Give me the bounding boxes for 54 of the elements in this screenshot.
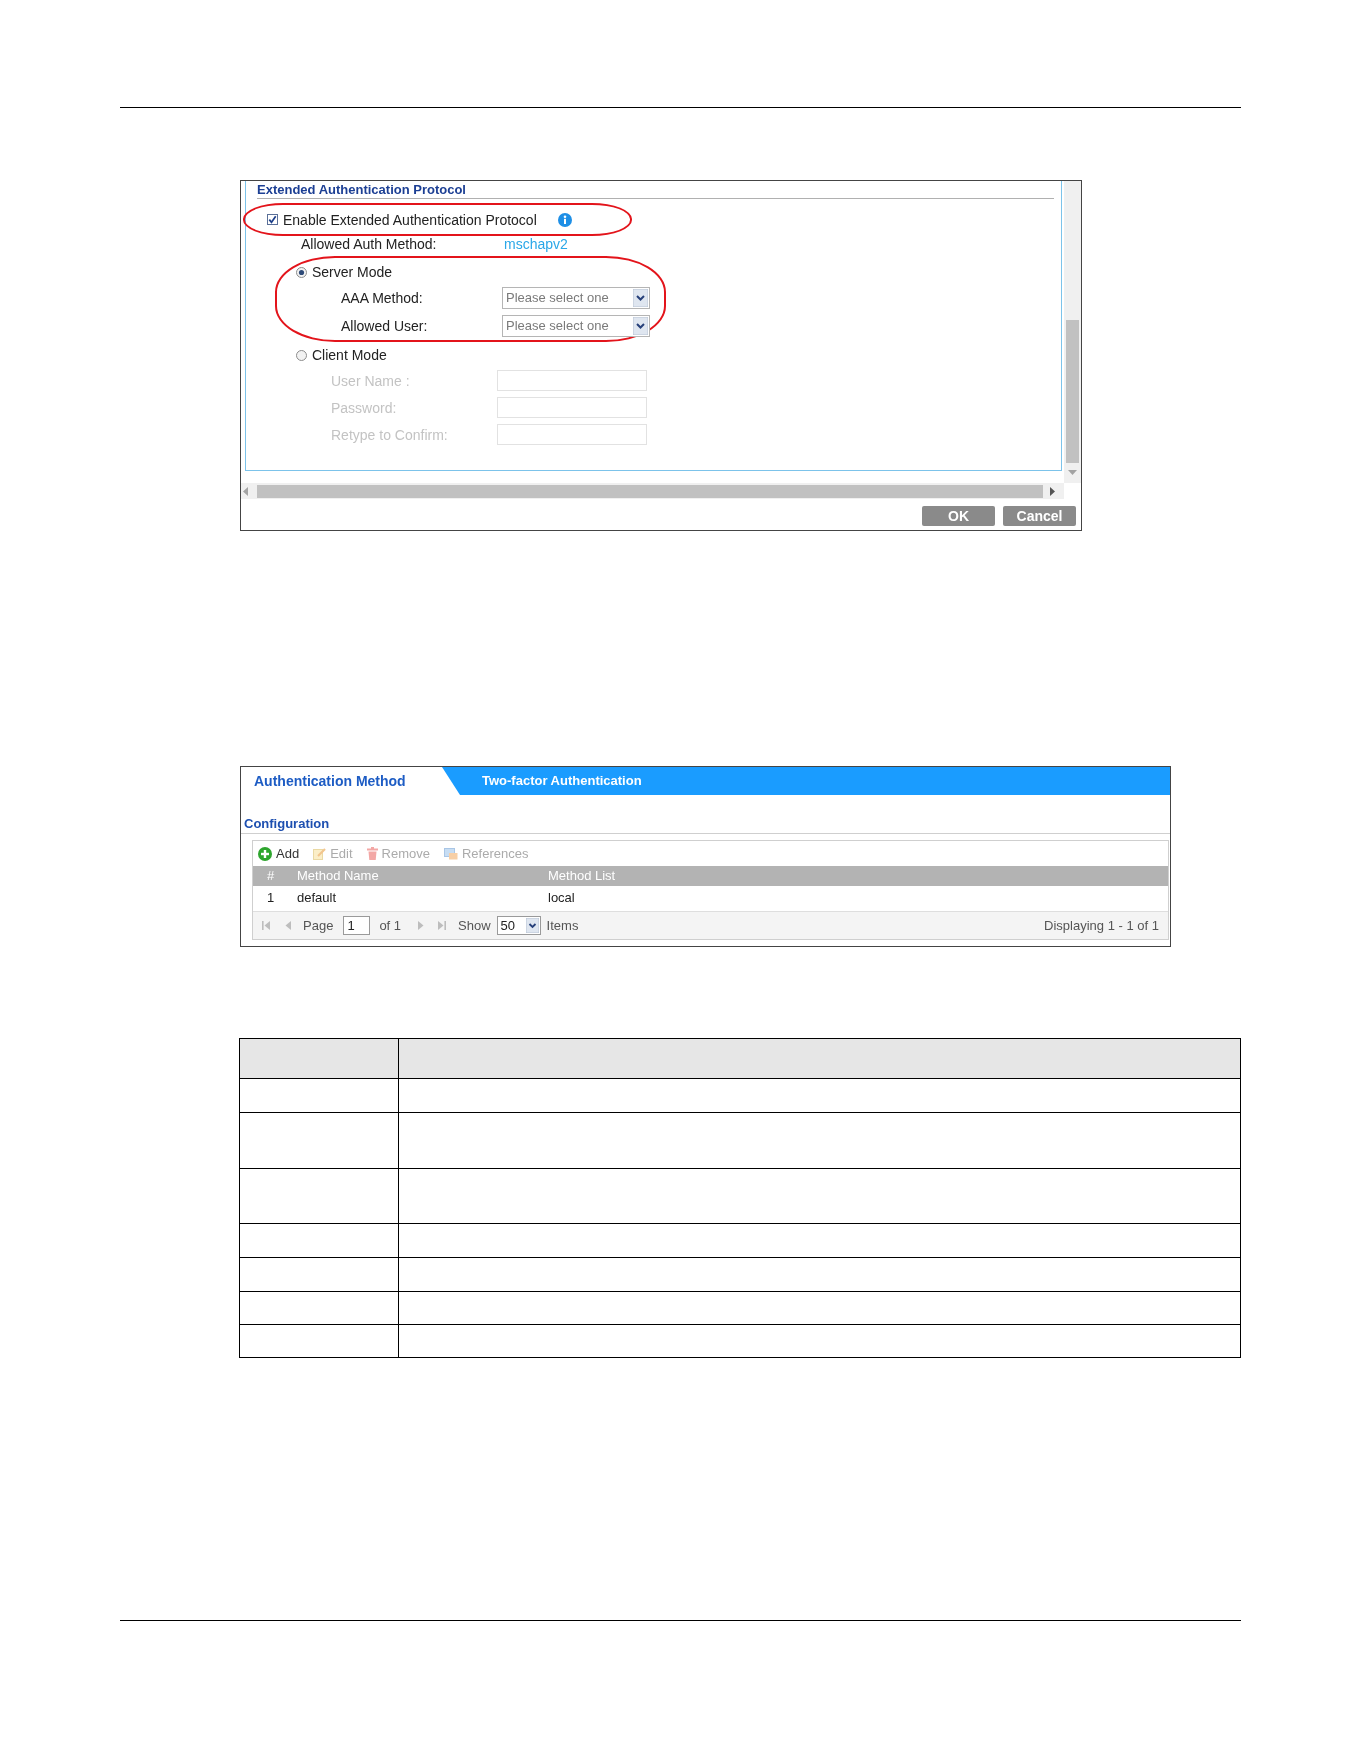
field-label: Allowed User: bbox=[341, 318, 428, 334]
pager-label: Items bbox=[546, 917, 579, 934]
section-title: Configuration bbox=[244, 816, 330, 832]
field-label: AAA Method: bbox=[341, 290, 423, 306]
page-size-dropdown[interactable]: 50 bbox=[496, 916, 541, 935]
page-field[interactable]: 1 bbox=[343, 916, 371, 935]
caret-icon[interactable] bbox=[633, 289, 648, 307]
last-page-icon[interactable] bbox=[438, 921, 447, 930]
tab[interactable]: Two-factor Authentication bbox=[460, 767, 664, 795]
windows-icon bbox=[443, 847, 458, 860]
plus-icon bbox=[258, 846, 272, 861]
pager-summary: Displaying 1 - 1 of 1 bbox=[1044, 917, 1159, 934]
pencil-icon bbox=[313, 847, 327, 860]
radio-button[interactable] bbox=[296, 266, 307, 278]
cancel-button[interactable]: Cancel bbox=[1003, 506, 1076, 526]
table-cell-text: 1 bbox=[266, 890, 276, 906]
radio-label: Client Mode bbox=[312, 347, 387, 363]
horizontal-scrollbar[interactable] bbox=[241, 483, 1064, 499]
pager-label: Show bbox=[458, 917, 491, 934]
section-title: Extended Authentication Protocol bbox=[257, 182, 466, 198]
down-arrow-icon[interactable] bbox=[1068, 470, 1077, 475]
checkbox[interactable] bbox=[267, 214, 278, 225]
checkbox-label: Enable Extended Authentication Protocol bbox=[283, 211, 537, 228]
scrollbar-thumb[interactable] bbox=[257, 484, 1043, 498]
right-arrow-icon[interactable] bbox=[1050, 486, 1055, 496]
left-arrow-icon[interactable] bbox=[243, 486, 248, 496]
first-page-icon[interactable] bbox=[262, 921, 270, 930]
caret-icon[interactable] bbox=[525, 918, 539, 933]
dropdown[interactable]: Please select one bbox=[502, 287, 650, 309]
add-button[interactable]: Add bbox=[258, 845, 300, 862]
caret-icon[interactable] bbox=[633, 317, 648, 335]
field-label: Retype to Confirm: bbox=[331, 426, 448, 443]
ok-button[interactable]: OK bbox=[922, 506, 995, 526]
table-cell-text: local bbox=[547, 890, 576, 906]
column-header[interactable]: # bbox=[253, 868, 289, 884]
column-header[interactable]: Method List bbox=[541, 868, 1168, 884]
page-total: of 1 bbox=[379, 917, 402, 934]
tab[interactable]: Authentication Method bbox=[241, 767, 460, 795]
field-label: Allowed Auth Method: bbox=[301, 236, 437, 252]
radio-label: Server Mode bbox=[312, 264, 393, 280]
info-icon[interactable] bbox=[557, 212, 572, 227]
next-page-icon[interactable] bbox=[418, 921, 425, 930]
dropdown[interactable]: Please select one bbox=[502, 315, 650, 337]
field-label: User Name : bbox=[331, 372, 410, 389]
column-header[interactable]: Method Name bbox=[289, 868, 541, 884]
field-value: mschapv2 bbox=[504, 236, 568, 252]
trash-icon bbox=[366, 847, 378, 860]
radio-button[interactable] bbox=[296, 349, 307, 361]
scrollbar-thumb[interactable] bbox=[1066, 320, 1079, 463]
table-cell-text: default bbox=[296, 890, 338, 906]
previous-page-icon[interactable] bbox=[285, 921, 291, 930]
vertical-scrollbar[interactable] bbox=[1064, 181, 1081, 483]
pager-label: Page bbox=[303, 917, 334, 934]
field-label: Password: bbox=[331, 399, 397, 416]
